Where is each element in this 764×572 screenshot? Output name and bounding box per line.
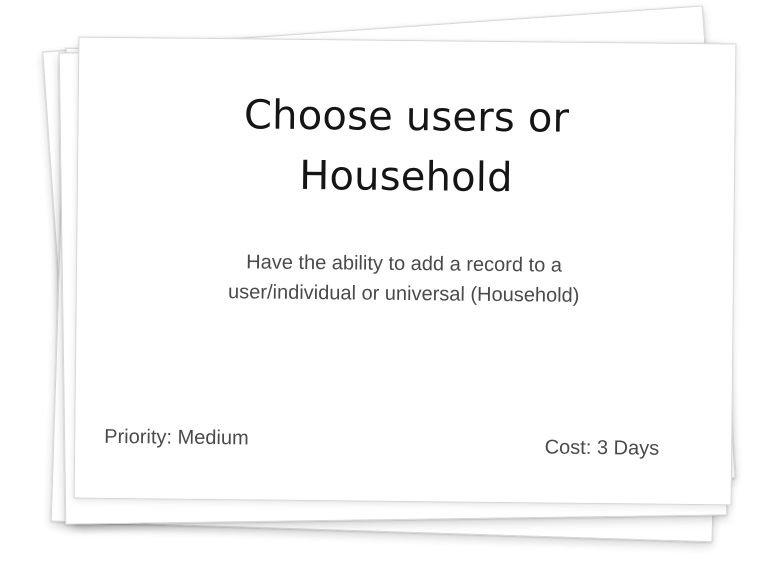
page: { "card": { "title": "Choose users or\nH… — [0, 0, 764, 572]
card-title: Choose users or Household — [243, 92, 570, 202]
card-description: Have the ability to add a record to a us… — [227, 251, 580, 307]
cost-label: Cost: 3 Days — [544, 436, 660, 460]
story-card: Choose users or Household Have the abili… — [73, 36, 737, 506]
card-stack: Choose users or Household Have the abili… — [0, 0, 764, 572]
priority-label: Priority: Medium — [104, 425, 249, 450]
